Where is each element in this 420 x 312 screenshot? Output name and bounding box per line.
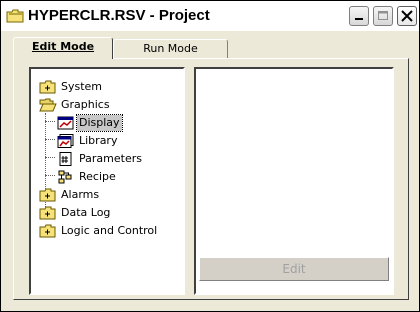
- maximize-button[interactable]: [373, 6, 393, 26]
- window-title: HYPERCLR.RSV - Project: [28, 7, 210, 24]
- maximize-icon: [378, 11, 388, 20]
- project-window: HYPERCLR.RSV - Project Edit Mode Run Mod…: [0, 0, 420, 312]
- tab-edit-mode[interactable]: Edit Mode: [13, 37, 113, 59]
- minimize-button[interactable]: [349, 6, 369, 26]
- minimize-icon: [355, 18, 363, 20]
- tab-edit-mode-label: Edit Mode: [31, 40, 95, 53]
- close-button[interactable]: [397, 6, 417, 26]
- title-bar[interactable]: HYPERCLR.RSV - Project: [1, 1, 419, 31]
- edit-button[interactable]: Edit: [199, 257, 389, 281]
- tab-run-mode[interactable]: Run Mode: [113, 39, 228, 59]
- tab-run-mode-label: Run Mode: [143, 42, 198, 55]
- mode-tabs: Edit Mode Run Mode: [13, 37, 415, 59]
- project-folder-icon: [6, 9, 24, 23]
- close-icon: [401, 10, 413, 22]
